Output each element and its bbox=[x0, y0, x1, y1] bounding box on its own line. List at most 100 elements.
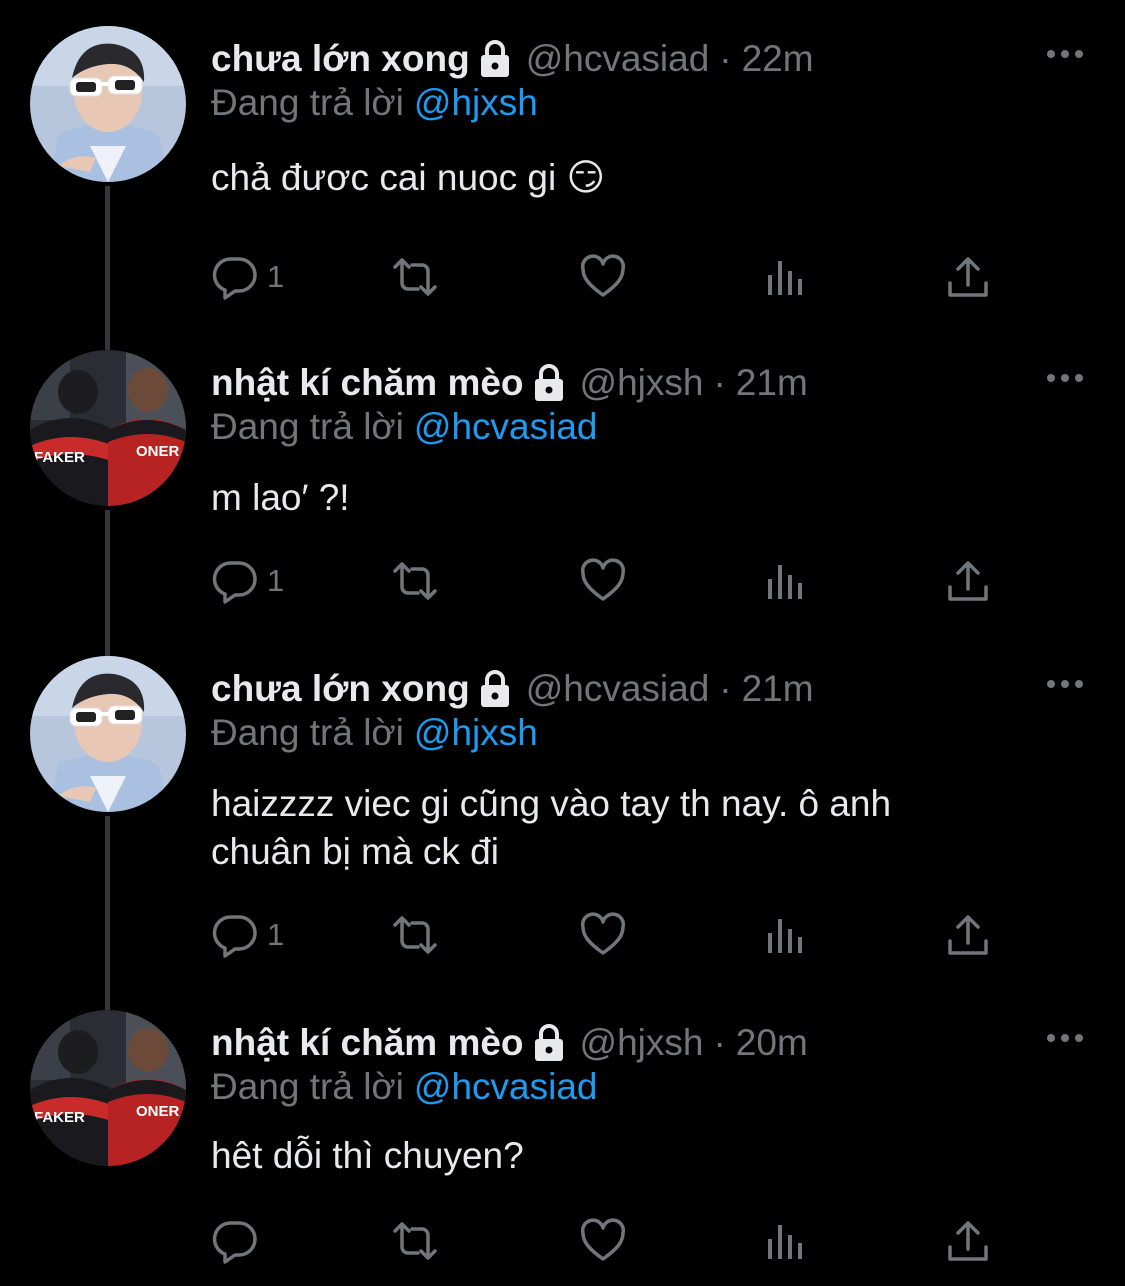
more-icon[interactable] bbox=[1045, 46, 1085, 62]
thread-line bbox=[105, 186, 110, 350]
share-icon bbox=[944, 557, 992, 605]
tweet-text: chả đươc cai nuoc gi 😏 bbox=[211, 157, 606, 198]
like-button[interactable] bbox=[579, 1216, 627, 1266]
tweet-header: chưa lớn xong @hcvasiad · 22m bbox=[211, 34, 814, 84]
reply-button[interactable]: 1 bbox=[211, 556, 284, 606]
thread-line bbox=[105, 816, 110, 1010]
heart-icon bbox=[579, 911, 627, 959]
reply-count: 1 bbox=[267, 917, 285, 952]
mention-link[interactable]: @hjxsh bbox=[414, 82, 538, 123]
reply-icon bbox=[211, 557, 259, 605]
action-bar bbox=[211, 1216, 1011, 1266]
tweet[interactable]: chưa lớn xong @hcvasiad · 21m Đang trả l… bbox=[0, 656, 1125, 1010]
mention-link[interactable]: @hcvasiad bbox=[414, 406, 598, 447]
reply-prefix: Đang trả lời bbox=[211, 82, 404, 123]
lock-icon bbox=[478, 669, 512, 709]
action-bar: 1 bbox=[211, 556, 1011, 606]
lock-icon bbox=[478, 39, 512, 79]
reply-context: Đang trả lời @hcvasiad bbox=[211, 1066, 598, 1108]
handle[interactable]: @hjxsh bbox=[580, 1022, 704, 1064]
share-button[interactable] bbox=[944, 556, 992, 606]
views-button[interactable] bbox=[762, 556, 810, 606]
display-name[interactable]: chưa lớn xong bbox=[211, 38, 470, 80]
retweet-icon bbox=[391, 557, 439, 605]
separator-dot: · bbox=[719, 38, 732, 79]
thread-line bbox=[105, 510, 110, 656]
retweet-button[interactable] bbox=[391, 1216, 439, 1266]
views-button[interactable] bbox=[762, 910, 810, 960]
reply-icon bbox=[211, 253, 259, 301]
timestamp[interactable]: 20m bbox=[736, 1022, 808, 1064]
timestamp[interactable]: 21m bbox=[742, 668, 814, 710]
display-name[interactable]: nhật kí chăm mèo bbox=[211, 1022, 524, 1064]
separator-dot: · bbox=[713, 362, 726, 403]
reply-context: Đang trả lời @hjxsh bbox=[211, 82, 538, 124]
display-name[interactable]: nhật kí chăm mèo bbox=[211, 362, 524, 404]
display-name[interactable]: chưa lớn xong bbox=[211, 668, 470, 710]
tweet-header: chưa lớn xong @hcvasiad · 21m bbox=[211, 664, 814, 714]
avatar[interactable] bbox=[30, 26, 186, 182]
retweet-button[interactable] bbox=[391, 252, 439, 302]
reply-icon bbox=[211, 911, 259, 959]
handle[interactable]: @hcvasiad bbox=[526, 38, 710, 80]
more-icon[interactable] bbox=[1045, 676, 1085, 692]
reply-button[interactable]: 1 bbox=[211, 252, 284, 302]
reply-button[interactable] bbox=[211, 1216, 267, 1266]
more-icon[interactable] bbox=[1045, 370, 1085, 386]
like-button[interactable] bbox=[579, 252, 627, 302]
handle[interactable]: @hjxsh bbox=[580, 362, 704, 404]
mention-link[interactable]: @hcvasiad bbox=[414, 1066, 598, 1107]
tweet-header: nhật kí chăm mèo @hjxsh · 21m bbox=[211, 358, 808, 408]
lock-icon bbox=[532, 363, 566, 403]
retweet-icon bbox=[391, 1217, 439, 1265]
views-button[interactable] bbox=[762, 252, 810, 302]
avatar[interactable]: FAKER ONER bbox=[30, 1010, 186, 1166]
timestamp[interactable]: 22m bbox=[742, 38, 814, 80]
separator-dot: · bbox=[719, 668, 732, 709]
tweet[interactable]: chưa lớn xong @hcvasiad · 22m Đang trả l… bbox=[0, 26, 1125, 350]
tweet[interactable]: FAKER ONER nhật kí chăm mèo @hjxsh · 20m… bbox=[0, 1010, 1125, 1280]
tweet-text: hêt dỗi thì chuyen? bbox=[211, 1135, 524, 1176]
heart-icon bbox=[579, 1217, 627, 1265]
reply-count: 1 bbox=[267, 259, 285, 294]
lock-icon bbox=[532, 1023, 566, 1063]
reply-button[interactable]: 1 bbox=[211, 910, 284, 960]
jersey-label-left: FAKER bbox=[34, 1109, 85, 1126]
views-icon bbox=[762, 911, 810, 959]
views-icon bbox=[762, 253, 810, 301]
reply-context: Đang trả lời @hjxsh bbox=[211, 712, 538, 754]
tweet-text: m lao′ ?! bbox=[211, 477, 350, 518]
reply-context: Đang trả lời @hcvasiad bbox=[211, 406, 598, 448]
like-button[interactable] bbox=[579, 556, 627, 606]
tweet-header: nhật kí chăm mèo @hjxsh · 20m bbox=[211, 1018, 808, 1068]
tweet[interactable]: FAKER ONER nhật kí chăm mèo @hjxsh · 21m… bbox=[0, 350, 1125, 656]
separator-dot: · bbox=[713, 1022, 726, 1063]
share-icon bbox=[944, 253, 992, 301]
heart-icon bbox=[579, 557, 627, 605]
views-icon bbox=[762, 557, 810, 605]
avatar[interactable]: FAKER ONER bbox=[30, 350, 186, 506]
share-button[interactable] bbox=[944, 1216, 992, 1266]
timestamp[interactable]: 21m bbox=[736, 362, 808, 404]
handle[interactable]: @hcvasiad bbox=[526, 668, 710, 710]
mention-link[interactable]: @hjxsh bbox=[414, 712, 538, 753]
heart-icon bbox=[579, 253, 627, 301]
share-button[interactable] bbox=[944, 252, 992, 302]
reply-prefix: Đang trả lời bbox=[211, 406, 404, 447]
action-bar: 1 bbox=[211, 910, 1011, 960]
retweet-button[interactable] bbox=[391, 910, 439, 960]
views-icon bbox=[762, 1217, 810, 1265]
share-button[interactable] bbox=[944, 910, 992, 960]
retweet-button[interactable] bbox=[391, 556, 439, 606]
like-button[interactable] bbox=[579, 910, 627, 960]
reply-count: 1 bbox=[267, 563, 285, 598]
action-bar: 1 bbox=[211, 252, 1011, 302]
jersey-label-left: FAKER bbox=[34, 449, 85, 466]
retweet-icon bbox=[391, 911, 439, 959]
views-button[interactable] bbox=[762, 1216, 810, 1266]
share-icon bbox=[944, 1217, 992, 1265]
avatar[interactable] bbox=[30, 656, 186, 812]
more-icon[interactable] bbox=[1045, 1030, 1085, 1046]
reply-icon bbox=[211, 1217, 259, 1265]
jersey-label-right: ONER bbox=[136, 443, 180, 460]
